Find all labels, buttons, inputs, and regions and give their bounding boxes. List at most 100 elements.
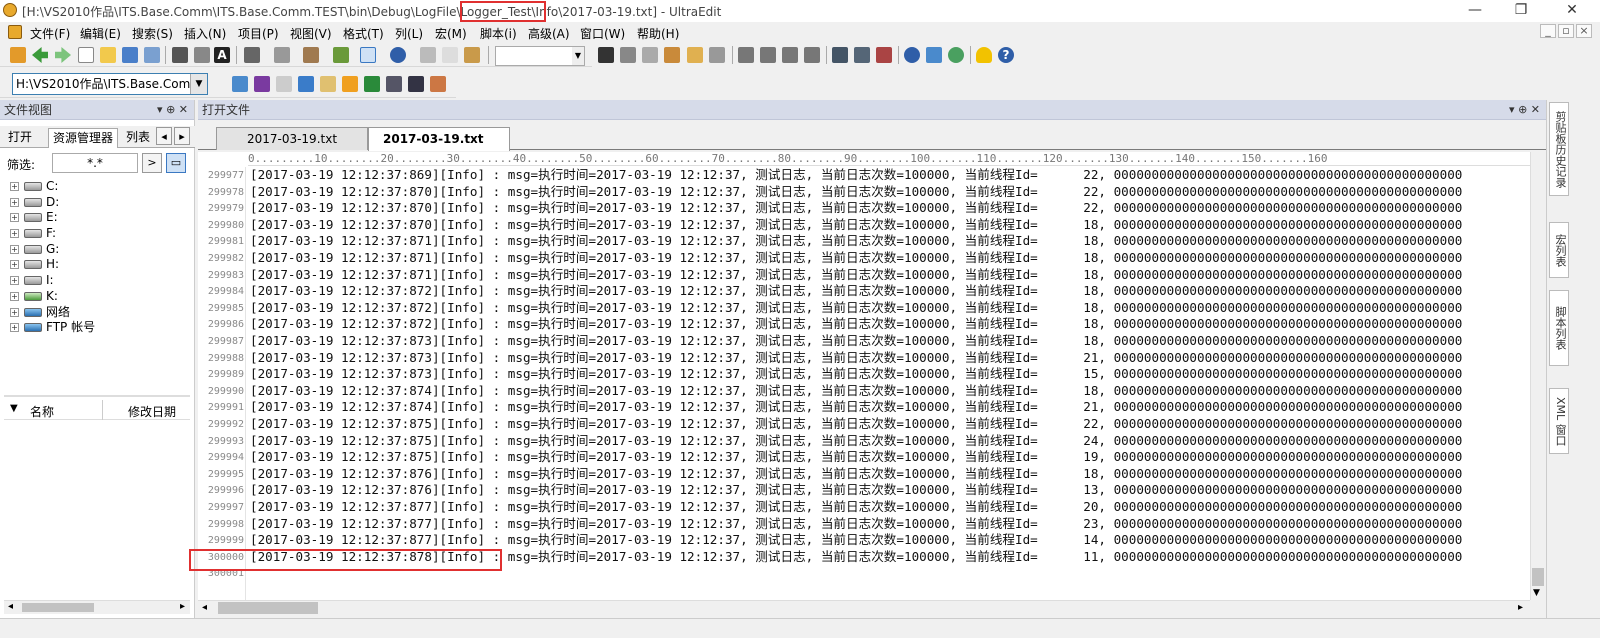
text-line[interactable]: [2017-03-19 12:12:37:873][Info] : msg=执行…	[250, 366, 1462, 383]
drive-item-i[interactable]: + I:	[10, 272, 190, 288]
menu-edit[interactable]: 编辑(E)	[80, 25, 121, 42]
menu-advanced[interactable]: 高级(A)	[528, 25, 570, 42]
save-icon[interactable]	[122, 47, 138, 63]
drive-item-k[interactable]: + K:	[10, 288, 190, 304]
text-line[interactable]: [2017-03-19 12:12:37:877][Info] : msg=执行…	[250, 532, 1462, 549]
text-line[interactable]: [2017-03-19 12:12:37:877][Info] : msg=执行…	[250, 499, 1462, 516]
find-in-files-icon[interactable]	[687, 47, 703, 63]
text-line[interactable]: [2017-03-19 12:12:37:877][Info] : msg=执行…	[250, 516, 1462, 533]
editor-hscrollbar[interactable]: ◂ ▸	[198, 600, 1530, 616]
scroll-right-icon[interactable]: ▸	[180, 601, 185, 612]
text-line[interactable]: [2017-03-19 12:12:37:871][Info] : msg=执行…	[250, 250, 1462, 267]
drive-item-e[interactable]: + E:	[10, 209, 190, 225]
print-icon[interactable]	[172, 47, 188, 63]
tab-document-2-active[interactable]: 2017-03-19.txt ×	[368, 127, 510, 168]
cut-icon[interactable]	[420, 47, 436, 63]
text-line[interactable]: [2017-03-19 12:12:37:869][Info] : msg=执行…	[250, 167, 1462, 184]
text-line[interactable]: [2017-03-19 12:12:37:870][Info] : msg=执行…	[250, 217, 1462, 234]
text-line[interactable]: [2017-03-19 12:12:37:875][Info] : msg=执行…	[250, 433, 1462, 450]
text-line[interactable]: [2017-03-19 12:12:37:872][Info] : msg=执行…	[250, 300, 1462, 317]
scroll-left-icon[interactable]: ◂	[202, 602, 207, 613]
text-line[interactable]: [2017-03-19 12:12:37:878][Info] : msg=执行…	[250, 549, 1462, 566]
tip-bulb-icon[interactable]	[976, 47, 992, 63]
justify-icon[interactable]	[804, 47, 820, 63]
text-line[interactable]: [2017-03-19 12:12:37:872][Info] : msg=执行…	[250, 316, 1462, 333]
minimize-button[interactable]: —	[1452, 0, 1498, 22]
hscrollbar-thumb[interactable]	[218, 602, 318, 614]
panel-splitter[interactable]	[4, 395, 190, 397]
expand-icon[interactable]: +	[10, 260, 19, 270]
drive-item-f[interactable]: + F:	[10, 225, 190, 241]
menu-insert[interactable]: 插入(N)	[184, 25, 226, 42]
panel-controls-icon[interactable]: ▾ ⊕ ✕	[157, 100, 188, 120]
tab-open[interactable]: 打开	[4, 128, 36, 148]
drive-item-c[interactable]: + C:	[10, 178, 190, 194]
help-icon[interactable]: ?	[998, 47, 1014, 63]
tab-list[interactable]: 列表	[122, 128, 154, 148]
paste-icon[interactable]	[464, 47, 480, 63]
text-line[interactable]: [2017-03-19 12:12:37:873][Info] : msg=执行…	[250, 350, 1462, 367]
macro-icon[interactable]	[342, 76, 358, 92]
text-line[interactable]: [2017-03-19 12:12:37:871][Info] : msg=执行…	[250, 267, 1462, 284]
tab-script-list[interactable]: 脚本列表	[1549, 290, 1569, 366]
open-folder-icon[interactable]	[100, 47, 116, 63]
sort-arrow-icon[interactable]: ▼	[10, 403, 18, 414]
new-file-icon[interactable]	[78, 47, 94, 63]
text-line[interactable]: [2017-03-19 12:12:37:874][Info] : msg=执行…	[250, 399, 1462, 416]
find-prev-icon[interactable]	[642, 47, 658, 63]
text-line[interactable]: [2017-03-19 12:12:37:875][Info] : msg=执行…	[250, 416, 1462, 433]
copy-icon[interactable]	[442, 47, 458, 63]
compare-icon[interactable]	[386, 76, 402, 92]
panel-controls-icon[interactable]: ▾ ⊕ ✕	[1509, 100, 1540, 120]
column-name[interactable]: 名称	[30, 403, 54, 420]
editor-vscrollbar[interactable]	[1530, 152, 1546, 600]
menu-column[interactable]: 列(L)	[395, 25, 423, 42]
menu-file[interactable]: 文件(F)	[30, 25, 70, 42]
expand-icon[interactable]: +	[10, 244, 19, 254]
expand-icon[interactable]: +	[10, 197, 19, 207]
menu-script[interactable]: 脚本(i)	[480, 25, 517, 42]
text-line[interactable]: [2017-03-19 12:12:37:870][Info] : msg=执行…	[250, 200, 1462, 217]
text-line[interactable]: [2017-03-19 12:12:37:873][Info] : msg=执行…	[250, 333, 1462, 350]
dictionary-icon[interactable]	[298, 76, 314, 92]
tab-xml-window[interactable]: XML 窗口	[1549, 388, 1569, 454]
browser-icon[interactable]	[390, 47, 406, 63]
filter-input[interactable]: *.*	[52, 153, 138, 173]
drive-item-g[interactable]: + G:	[10, 241, 190, 257]
binoculars-icon[interactable]	[598, 47, 614, 63]
expand-icon[interactable]: +	[10, 182, 19, 191]
vscrollbar-thumb[interactable]	[1532, 568, 1544, 586]
line-numbers-icon[interactable]	[360, 47, 376, 63]
tab-document-1[interactable]: 2017-03-19.txt	[216, 127, 368, 150]
mdi-minimize-button[interactable]: _	[1540, 24, 1556, 38]
mdi-close-button[interactable]: ×	[1576, 24, 1592, 38]
scrollbar-thumb[interactable]	[22, 603, 94, 612]
windows-explorer-icon[interactable]	[430, 76, 446, 92]
text-content[interactable]: [2017-03-19 12:12:37:869][Info] : msg=执行…	[250, 167, 1528, 600]
tab-clipboard-history[interactable]: 剪贴板历史记录	[1549, 102, 1569, 196]
scroll-left-icon[interactable]: ◂	[8, 601, 13, 612]
tab-scroll-right-icon[interactable]: ▸	[174, 127, 190, 145]
text-line[interactable]: [2017-03-19 12:12:37:872][Info] : msg=执行…	[250, 283, 1462, 300]
column-mode-icon[interactable]	[303, 47, 319, 63]
expand-icon[interactable]: +	[10, 291, 19, 301]
forward-arrow-icon[interactable]	[55, 47, 71, 63]
tab-scroll-left-icon[interactable]: ◂	[156, 127, 172, 145]
text-line[interactable]: [2017-03-19 12:12:37:870][Info] : msg=执行…	[250, 184, 1462, 201]
drive-item-d[interactable]: + D:	[10, 194, 190, 210]
replace-in-files-icon[interactable]	[709, 47, 725, 63]
tree-item-network[interactable]: + 网络	[10, 304, 190, 320]
tab-explorer[interactable]: 资源管理器	[48, 128, 119, 148]
new-project-icon[interactable]	[10, 47, 26, 63]
windows-icon[interactable]	[876, 47, 892, 63]
expand-icon[interactable]: +	[10, 213, 19, 223]
menu-format[interactable]: 格式(T)	[343, 25, 384, 42]
tree-item-ftp[interactable]: + FTP 帐号	[10, 319, 190, 335]
menu-help[interactable]: 帮助(H)	[637, 25, 679, 42]
print-preview-icon[interactable]	[194, 47, 210, 63]
align-right-icon[interactable]	[782, 47, 798, 63]
text-line[interactable]: [2017-03-19 12:12:37:874][Info] : msg=执行…	[250, 383, 1462, 400]
expand-icon[interactable]: +	[10, 229, 19, 239]
menu-search[interactable]: 搜索(S)	[132, 25, 173, 42]
drive-item-h[interactable]: + H:	[10, 256, 190, 272]
